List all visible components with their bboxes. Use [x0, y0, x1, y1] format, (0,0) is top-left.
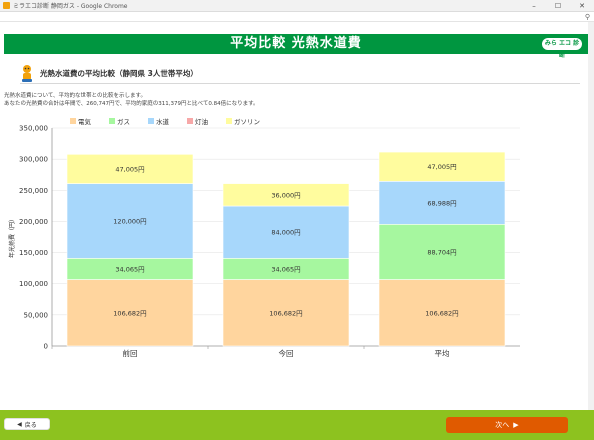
data-label-2-4: 47,005円 [427, 163, 456, 171]
stacked-bar-chart: 電気 ガス 水道 灯油 ガソリン 0 50,000 100,000 150,000 200,000… [0, 115, 594, 365]
legend-swatch-0 [70, 118, 76, 124]
y-tick-label-5: 250,000 [19, 187, 48, 195]
description-line-2: あなたの光熱費の合計は年間で、260,747円で、平均的家庭の311,379円と… [4, 101, 259, 107]
data-label-1-0: 106,682円 [269, 309, 302, 317]
back-button[interactable]: ◀ 戻る [4, 418, 50, 430]
x-tick-label-0: 前回 [123, 348, 138, 358]
legend-label-2: 水道 [156, 117, 170, 126]
next-button-label: 次へ [495, 421, 510, 429]
data-label-0-2: 120,000円 [113, 217, 146, 225]
minimize-button[interactable]: – [522, 0, 546, 12]
legend-label-4: ガソリン [234, 117, 260, 126]
zoom-icon[interactable]: ⚲ [585, 13, 590, 21]
data-label-2-1: 88,704円 [427, 248, 456, 256]
legend-label-3: 灯油 [195, 117, 208, 126]
data-label-0-4: 47,005円 [115, 165, 144, 173]
legend-label-1: ガス [117, 117, 130, 126]
data-label-0-0: 106,682円 [113, 309, 146, 317]
y-tick-label-6: 300,000 [19, 156, 48, 164]
data-label-1-4: 36,000円 [271, 191, 300, 199]
brand-logo: みら エコ 診断 [542, 38, 582, 59]
page-header: 平均比較 光熱水道費 みら エコ 診断 [4, 34, 588, 59]
legend-label-0: 電気 [78, 117, 92, 126]
next-button[interactable]: 次へ ▶ [446, 417, 568, 433]
data-label-2-2: 68,988円 [427, 199, 456, 207]
description-line-1: 光熱水道費について、平均的な世帯との比較を示します。 [4, 93, 146, 99]
y-tick-label-0: 0 [44, 343, 48, 351]
data-label-2-0: 106,682円 [425, 309, 458, 317]
x-tick-label-1: 今回 [279, 348, 294, 358]
y-tick-label-7: 350,000 [19, 125, 48, 133]
y-tick-label-3: 150,000 [19, 249, 48, 257]
data-label-1-2: 84,000円 [271, 229, 300, 237]
browser-toolbar: ⚲ [0, 12, 594, 22]
back-button-label: 戻る [24, 421, 37, 429]
maximize-button[interactable]: ☐ [546, 0, 570, 12]
description: 光熱水道費について、平均的な世帯との比較を示します。 あなたの光熱費の合計は年間… [4, 92, 259, 108]
legend-swatch-3 [187, 118, 193, 124]
back-arrow-icon: ◀ [17, 420, 22, 428]
data-label-1-1: 34,065円 [271, 265, 300, 273]
legend-swatch-4 [226, 118, 232, 124]
section-title: 光熱水道費の平均比較（静岡県 3人世帯平均） [40, 69, 198, 78]
page-title: 平均比較 光熱水道費 [230, 36, 362, 51]
footer-bar: ◀ 戻る 次へ ▶ [0, 410, 594, 440]
section-heading: 光熱水道費の平均比較（静岡県 3人世帯平均） [20, 64, 580, 84]
data-label-0-1: 34,065円 [115, 265, 144, 273]
window-title: ミラエコ診断 静岡ガス - Google Chrome [13, 3, 128, 10]
legend-swatch-1 [109, 118, 115, 124]
mascot-icon [22, 65, 32, 82]
legend-swatch-2 [148, 118, 154, 124]
close-button[interactable]: ✕ [570, 0, 594, 12]
x-tick-label-2: 平均 [435, 348, 450, 358]
y-tick-label-4: 200,000 [19, 218, 48, 226]
y-tick-label-1: 50,000 [24, 311, 49, 319]
y-tick-label-2: 100,000 [19, 280, 48, 288]
window-controls: – ☐ ✕ [522, 0, 594, 12]
app-icon [3, 2, 10, 9]
y-axis-label: 年光熱費（円） [8, 216, 16, 258]
next-arrow-icon: ▶ [513, 421, 519, 429]
window-titlebar: ミラエコ診断 静岡ガス - Google Chrome – ☐ ✕ [0, 0, 594, 12]
chart-svg: 電気 ガス 水道 灯油 ガソリン 0 50,000 100,000 150,000 200,000… [8, 117, 520, 358]
